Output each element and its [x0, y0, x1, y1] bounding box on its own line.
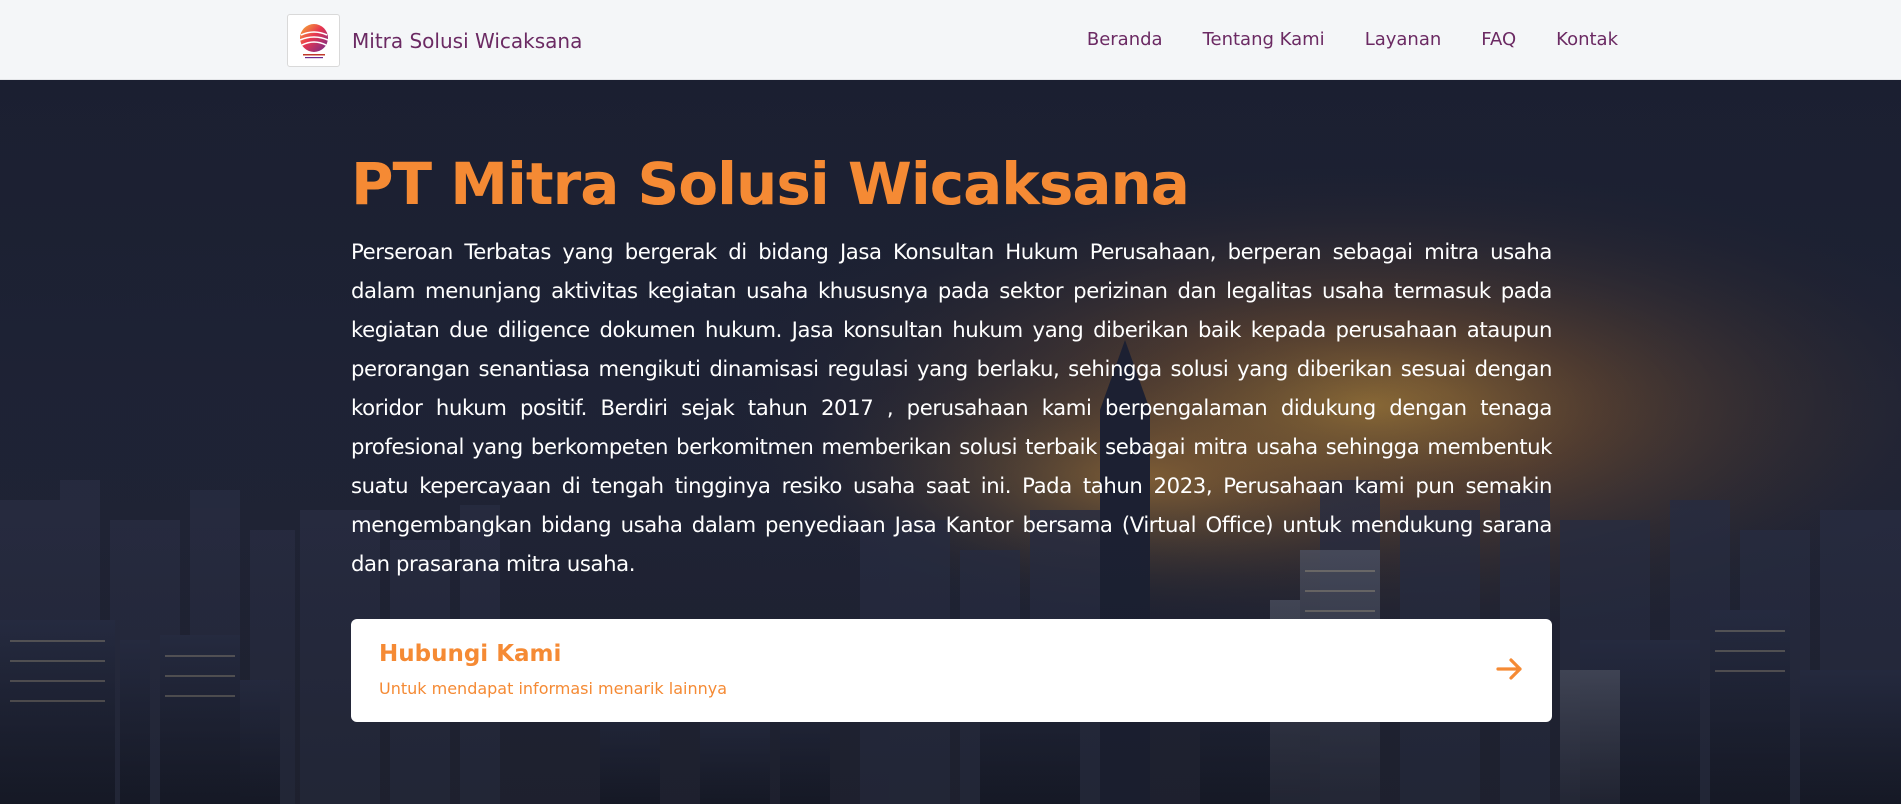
nav-kontak[interactable]: Kontak	[1556, 29, 1618, 50]
main-nav: Beranda Tentang Kami Layanan FAQ Kontak	[1087, 29, 1618, 50]
nav-beranda[interactable]: Beranda	[1087, 29, 1163, 50]
cta-subtitle: Untuk mendapat informasi menarik lainnya	[379, 679, 728, 698]
hero-title: PT Mitra Solusi Wicaksana	[351, 150, 1190, 218]
brand-name[interactable]: Mitra Solusi Wicaksana	[352, 29, 582, 53]
cta-title[interactable]: Hubungi Kami	[379, 641, 561, 667]
arrow-right-icon[interactable]	[1494, 653, 1526, 685]
navbar: Mitra Solusi Wicaksana Beranda Tentang K…	[0, 0, 1901, 80]
contact-cta-card[interactable]: Hubungi Kami Untuk mendapat informasi me…	[351, 619, 1552, 722]
company-logo-icon	[287, 14, 340, 67]
nav-tentang-kami[interactable]: Tentang Kami	[1203, 29, 1325, 50]
hero-description: Perseroan Terbatas yang bergerak di bida…	[351, 238, 1552, 576]
nav-faq[interactable]: FAQ	[1481, 29, 1516, 50]
hero-content: PT Mitra Solusi Wicaksana Perseroan Terb…	[351, 150, 1552, 583]
brand[interactable]: Mitra Solusi Wicaksana	[287, 14, 582, 67]
nav-layanan[interactable]: Layanan	[1365, 29, 1442, 50]
